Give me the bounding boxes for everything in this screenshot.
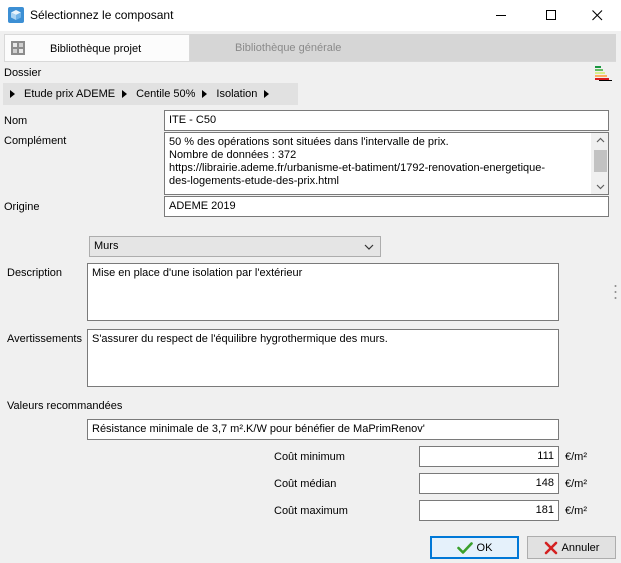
complement-line: https://librairie.ademe.fr/urbanisme-et-… [169, 162, 546, 174]
breadcrumb-item-isolation[interactable]: Isolation [195, 88, 257, 100]
cout-med-unit: €/m² [565, 478, 587, 490]
complement-scrollbar[interactable] [591, 133, 608, 194]
nom-label: Nom [4, 115, 28, 127]
complement-line: des-logements-etude-des-prix.html [169, 175, 339, 187]
valeurs-label: Valeurs recommandées [7, 400, 123, 412]
scroll-up-icon[interactable] [596, 136, 605, 145]
window-title: Sélectionnez le composant [30, 8, 174, 22]
cancel-x-icon [544, 541, 557, 554]
complement-textarea[interactable]: 50 % des opérations sont situées dans l'… [164, 132, 609, 195]
close-icon [591, 10, 602, 21]
cout-med-label: Coût médian [274, 478, 337, 490]
valeurs-input[interactable]: Résistance minimale de 3,7 m².K/W pour b… [87, 419, 559, 440]
breadcrumb-arrow-icon [10, 90, 15, 98]
tab-divider [4, 61, 616, 62]
description-textarea[interactable]: Mise en place d'une isolation par l'exté… [87, 263, 559, 321]
cout-max-input[interactable]: 181 [419, 500, 559, 521]
breadcrumb-item-centile[interactable]: Centile 50% [115, 88, 195, 100]
ok-button-label: OK [476, 541, 493, 554]
category-select-value: Murs [94, 240, 119, 252]
cout-max-unit: €/m² [565, 505, 587, 517]
tab-bibliotheque-generale[interactable]: Bibliothèque générale [190, 34, 616, 62]
maximize-icon [545, 10, 556, 20]
complement-line: Nombre de données : 372 [169, 149, 297, 161]
avertissements-label: Avertissements [7, 333, 82, 345]
tab-label: Bibliothèque projet [50, 42, 142, 55]
origine-label: Origine [4, 201, 40, 213]
energy-label-icon [595, 66, 612, 81]
folder-label: Dossier [4, 67, 42, 79]
breadcrumb: Etude prix ADEME Centile 50% Isolation [3, 83, 298, 105]
minimize-button[interactable] [478, 0, 524, 31]
project-library-icon [11, 41, 25, 55]
breadcrumb-item-more[interactable] [257, 90, 278, 98]
breadcrumb-arrow-icon [122, 90, 128, 98]
description-label: Description [7, 267, 63, 279]
avertissements-textarea[interactable]: S'assurer du respect de l'équilibre hygr… [87, 329, 559, 387]
cout-min-unit: €/m² [565, 451, 587, 463]
cout-med-input[interactable]: 148 [419, 473, 559, 494]
tab-label: Bibliothèque générale [235, 42, 342, 54]
breadcrumb-text: Etude prix ADEME [24, 88, 116, 100]
close-button[interactable] [574, 0, 620, 31]
chevron-down-icon [364, 244, 374, 250]
cancel-button[interactable]: Annuler [527, 536, 616, 559]
complement-line: 50 % des opérations sont situées dans l'… [169, 136, 449, 148]
nom-input[interactable]: ITE - C50 [164, 110, 609, 131]
scroll-down-icon[interactable] [596, 182, 605, 191]
checkmark-icon [456, 541, 473, 554]
scrollbar-thumb[interactable] [594, 150, 607, 172]
minimize-icon [495, 15, 506, 16]
cout-min-label: Coût minimum [274, 451, 345, 463]
tab-bibliotheque-projet[interactable]: Bibliothèque projet [4, 34, 190, 62]
maximize-button[interactable] [528, 0, 574, 31]
splitter-grip-icon[interactable] [614, 284, 617, 300]
ok-button[interactable]: OK [430, 536, 519, 559]
cout-max-label: Coût maximum [274, 505, 348, 517]
breadcrumb-arrow-icon [264, 90, 270, 98]
cancel-button-label: Annuler [561, 541, 600, 554]
cout-min-input[interactable]: 111 [419, 446, 559, 467]
complement-label: Complément [4, 135, 67, 147]
category-select[interactable]: Murs [89, 236, 381, 257]
app-cube-icon [8, 7, 24, 23]
origine-input[interactable]: ADEME 2019 [164, 196, 609, 217]
breadcrumb-item-etude[interactable]: Etude prix ADEME [3, 88, 115, 100]
breadcrumb-text: Isolation [216, 88, 258, 100]
breadcrumb-arrow-icon [202, 90, 208, 98]
breadcrumb-text: Centile 50% [136, 88, 196, 100]
